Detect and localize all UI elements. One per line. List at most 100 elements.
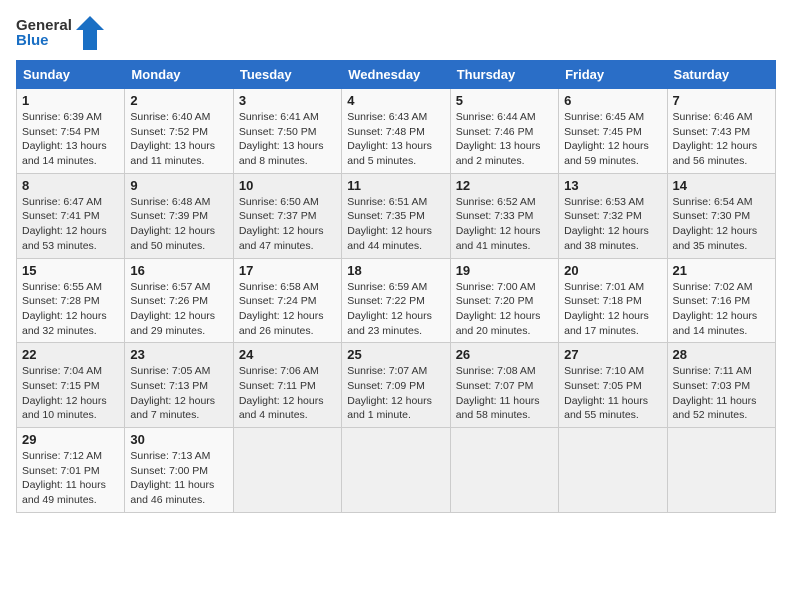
calendar-cell: 4 Sunrise: 6:43 AM Sunset: 7:48 PM Daylig…: [342, 89, 450, 174]
calendar-cell: [450, 428, 558, 513]
day-number: 4: [347, 93, 444, 108]
calendar-cell: 21Sunrise: 7:02 AM Sunset: 7:16 PM Dayli…: [667, 258, 775, 343]
calendar-cell: 7 Sunrise: 6:46 AM Sunset: 7:43 PM Daylig…: [667, 89, 775, 174]
weekday-header-tuesday: Tuesday: [233, 61, 341, 89]
calendar-cell: 12 Sunrise: 6:52 AM Sunset: 7:33 PM Dayli…: [450, 173, 558, 258]
calendar-cell: 16 Sunrise: 6:57 AM Sunset: 7:26 PM Dayli…: [125, 258, 233, 343]
day-info: Sunrise: 6:46 AM Sunset: 7:43 PM Dayligh…: [673, 110, 770, 169]
calendar-cell: 17 Sunrise: 6:58 AM Sunset: 7:24 PM Dayli…: [233, 258, 341, 343]
weekday-header-friday: Friday: [559, 61, 667, 89]
day-number: 10: [239, 178, 336, 193]
calendar-cell: 13Sunrise: 6:53 AM Sunset: 7:32 PM Dayli…: [559, 173, 667, 258]
day-number: 29: [22, 432, 119, 447]
day-number: 17: [239, 263, 336, 278]
day-number: 28: [673, 347, 770, 362]
calendar-cell: 9 Sunrise: 6:48 AM Sunset: 7:39 PM Daylig…: [125, 173, 233, 258]
day-number: 12: [456, 178, 553, 193]
calendar-cell: 25 Sunrise: 7:07 AM Sunset: 7:09 PM Dayli…: [342, 343, 450, 428]
day-info: Sunrise: 6:40 AM Sunset: 7:52 PM Dayligh…: [130, 110, 227, 169]
day-number: 19: [456, 263, 553, 278]
day-info: Sunrise: 7:12 AM Sunset: 7:01 PM Dayligh…: [22, 449, 119, 508]
day-number: 6: [564, 93, 661, 108]
calendar-cell: 19 Sunrise: 7:00 AM Sunset: 7:20 PM Dayli…: [450, 258, 558, 343]
day-info: Sunrise: 6:43 AM Sunset: 7:48 PM Dayligh…: [347, 110, 444, 169]
day-number: 9: [130, 178, 227, 193]
day-info: Sunrise: 7:10 AM Sunset: 7:05 PM Dayligh…: [564, 364, 661, 423]
day-info: Sunrise: 7:06 AM Sunset: 7:11 PM Dayligh…: [239, 364, 336, 423]
day-info: Sunrise: 6:59 AM Sunset: 7:22 PM Dayligh…: [347, 280, 444, 339]
day-info: Sunrise: 6:55 AM Sunset: 7:28 PM Dayligh…: [22, 280, 119, 339]
day-number: 11: [347, 178, 444, 193]
day-info: Sunrise: 6:53 AM Sunset: 7:32 PM Dayligh…: [564, 195, 661, 254]
calendar-cell: 27 Sunrise: 7:10 AM Sunset: 7:05 PM Dayli…: [559, 343, 667, 428]
day-number: 8: [22, 178, 119, 193]
day-number: 15: [22, 263, 119, 278]
weekday-header-monday: Monday: [125, 61, 233, 89]
calendar-cell: 8 Sunrise: 6:47 AM Sunset: 7:41 PM Daylig…: [17, 173, 125, 258]
weekday-header-row: SundayMondayTuesdayWednesdayThursdayFrid…: [17, 61, 776, 89]
calendar-cell: 29 Sunrise: 7:12 AM Sunset: 7:01 PM Dayli…: [17, 428, 125, 513]
calendar-cell: 28 Sunrise: 7:11 AM Sunset: 7:03 PM Dayli…: [667, 343, 775, 428]
day-number: 18: [347, 263, 444, 278]
day-number: 20: [564, 263, 661, 278]
day-info: Sunrise: 7:08 AM Sunset: 7:07 PM Dayligh…: [456, 364, 553, 423]
weekday-header-thursday: Thursday: [450, 61, 558, 89]
calendar-cell: 2 Sunrise: 6:40 AM Sunset: 7:52 PM Daylig…: [125, 89, 233, 174]
day-number: 22: [22, 347, 119, 362]
day-number: 23: [130, 347, 227, 362]
calendar-cell: 18 Sunrise: 6:59 AM Sunset: 7:22 PM Dayli…: [342, 258, 450, 343]
calendar-cell: [342, 428, 450, 513]
day-info: Sunrise: 6:51 AM Sunset: 7:35 PM Dayligh…: [347, 195, 444, 254]
week-row-2: 8 Sunrise: 6:47 AM Sunset: 7:41 PM Daylig…: [17, 173, 776, 258]
day-info: Sunrise: 6:57 AM Sunset: 7:26 PM Dayligh…: [130, 280, 227, 339]
calendar-cell: 5Sunrise: 6:44 AM Sunset: 7:46 PM Daylig…: [450, 89, 558, 174]
day-number: 26: [456, 347, 553, 362]
calendar-cell: [667, 428, 775, 513]
day-info: Sunrise: 7:07 AM Sunset: 7:09 PM Dayligh…: [347, 364, 444, 423]
day-info: Sunrise: 7:05 AM Sunset: 7:13 PM Dayligh…: [130, 364, 227, 423]
day-number: 1: [22, 93, 119, 108]
calendar-cell: 24 Sunrise: 7:06 AM Sunset: 7:11 PM Dayli…: [233, 343, 341, 428]
calendar-cell: 23 Sunrise: 7:05 AM Sunset: 7:13 PM Dayli…: [125, 343, 233, 428]
calendar-cell: 14Sunrise: 6:54 AM Sunset: 7:30 PM Dayli…: [667, 173, 775, 258]
day-info: Sunrise: 6:39 AM Sunset: 7:54 PM Dayligh…: [22, 110, 119, 169]
day-info: Sunrise: 6:47 AM Sunset: 7:41 PM Dayligh…: [22, 195, 119, 254]
day-info: Sunrise: 6:48 AM Sunset: 7:39 PM Dayligh…: [130, 195, 227, 254]
calendar-cell: 30 Sunrise: 7:13 AM Sunset: 7:00 PM Dayli…: [125, 428, 233, 513]
day-number: 25: [347, 347, 444, 362]
calendar-cell: 20 Sunrise: 7:01 AM Sunset: 7:18 PM Dayli…: [559, 258, 667, 343]
calendar-cell: 26 Sunrise: 7:08 AM Sunset: 7:07 PM Dayli…: [450, 343, 558, 428]
week-row-4: 22Sunrise: 7:04 AM Sunset: 7:15 PM Dayli…: [17, 343, 776, 428]
day-info: Sunrise: 7:00 AM Sunset: 7:20 PM Dayligh…: [456, 280, 553, 339]
logo: GeneralBlue: [16, 16, 104, 50]
day-info: Sunrise: 6:58 AM Sunset: 7:24 PM Dayligh…: [239, 280, 336, 339]
day-number: 21: [673, 263, 770, 278]
day-info: Sunrise: 6:52 AM Sunset: 7:33 PM Dayligh…: [456, 195, 553, 254]
day-number: 7: [673, 93, 770, 108]
day-number: 27: [564, 347, 661, 362]
calendar-table: SundayMondayTuesdayWednesdayThursdayFrid…: [16, 60, 776, 513]
calendar-cell: 1 Sunrise: 6:39 AM Sunset: 7:54 PM Daylig…: [17, 89, 125, 174]
day-info: Sunrise: 6:44 AM Sunset: 7:46 PM Dayligh…: [456, 110, 553, 169]
day-info: Sunrise: 7:11 AM Sunset: 7:03 PM Dayligh…: [673, 364, 770, 423]
day-number: 2: [130, 93, 227, 108]
day-number: 3: [239, 93, 336, 108]
calendar-cell: 6Sunrise: 6:45 AM Sunset: 7:45 PM Daylig…: [559, 89, 667, 174]
day-info: Sunrise: 7:13 AM Sunset: 7:00 PM Dayligh…: [130, 449, 227, 508]
day-number: 24: [239, 347, 336, 362]
calendar-cell: 3 Sunrise: 6:41 AM Sunset: 7:50 PM Daylig…: [233, 89, 341, 174]
day-number: 14: [673, 178, 770, 193]
calendar-cell: 10 Sunrise: 6:50 AM Sunset: 7:37 PM Dayli…: [233, 173, 341, 258]
day-number: 30: [130, 432, 227, 447]
calendar-cell: [233, 428, 341, 513]
day-info: Sunrise: 6:50 AM Sunset: 7:37 PM Dayligh…: [239, 195, 336, 254]
header: GeneralBlue: [16, 16, 776, 50]
calendar-cell: 22Sunrise: 7:04 AM Sunset: 7:15 PM Dayli…: [17, 343, 125, 428]
week-row-5: 29 Sunrise: 7:12 AM Sunset: 7:01 PM Dayli…: [17, 428, 776, 513]
calendar-cell: 15 Sunrise: 6:55 AM Sunset: 7:28 PM Dayli…: [17, 258, 125, 343]
day-number: 16: [130, 263, 227, 278]
day-info: Sunrise: 6:41 AM Sunset: 7:50 PM Dayligh…: [239, 110, 336, 169]
day-info: Sunrise: 7:01 AM Sunset: 7:18 PM Dayligh…: [564, 280, 661, 339]
week-row-1: 1 Sunrise: 6:39 AM Sunset: 7:54 PM Daylig…: [17, 89, 776, 174]
week-row-3: 15 Sunrise: 6:55 AM Sunset: 7:28 PM Dayli…: [17, 258, 776, 343]
